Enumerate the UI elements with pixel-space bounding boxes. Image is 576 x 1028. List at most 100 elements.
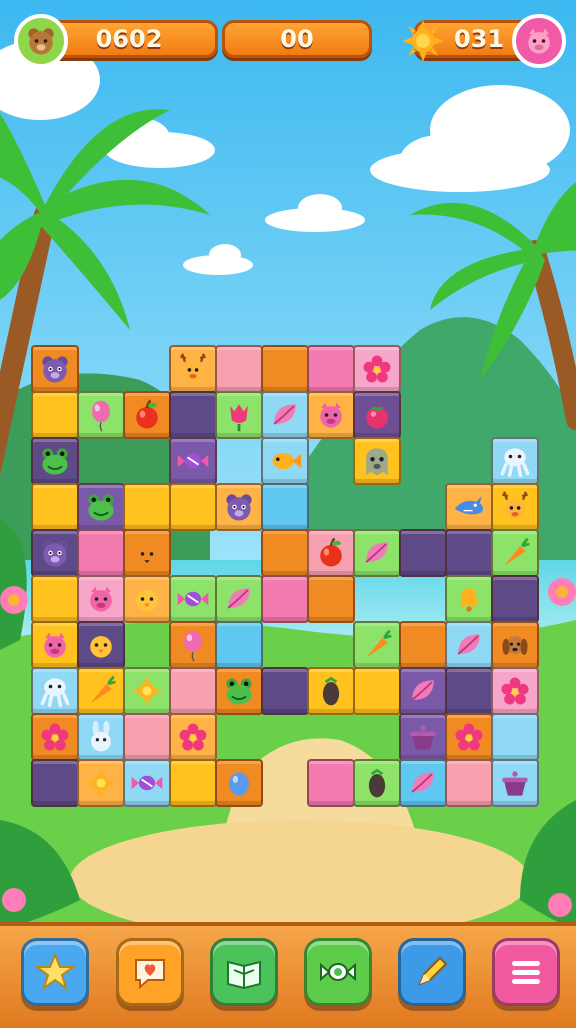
board-tile[interactable] — [31, 759, 79, 807]
star-button[interactable] — [21, 938, 89, 1006]
board-tile[interactable] — [215, 759, 263, 807]
board-tile[interactable] — [261, 437, 309, 485]
board-tile[interactable] — [491, 759, 539, 807]
board-tile[interactable] — [445, 713, 493, 761]
board-tile[interactable] — [77, 529, 125, 577]
dog-icon — [502, 636, 528, 655]
bear-icon — [42, 356, 68, 383]
board-tile[interactable] — [399, 621, 447, 669]
board-tile[interactable] — [31, 713, 79, 761]
board-tile[interactable] — [399, 529, 447, 577]
board-tile[interactable] — [169, 575, 217, 623]
board-tile[interactable] — [353, 621, 401, 669]
board-tile[interactable] — [399, 667, 447, 715]
board-tile[interactable] — [261, 483, 309, 531]
board-tile[interactable] — [491, 713, 539, 761]
board-tile[interactable] — [491, 437, 539, 485]
board-tile[interactable] — [215, 391, 263, 439]
candy-button[interactable] — [304, 938, 372, 1006]
board-tile[interactable] — [307, 529, 355, 577]
board-tile[interactable] — [491, 529, 539, 577]
board-tile[interactable] — [77, 391, 125, 439]
board-tile[interactable] — [215, 575, 263, 623]
board-tile[interactable] — [215, 667, 263, 715]
board-tile[interactable] — [31, 483, 79, 531]
board-tile[interactable] — [353, 345, 401, 393]
board-tile[interactable] — [123, 575, 171, 623]
pencil-button[interactable] — [398, 938, 466, 1006]
board-tile[interactable] — [123, 759, 171, 807]
board-tile[interactable] — [169, 483, 217, 531]
leaf-icon — [411, 772, 434, 793]
board-tile[interactable] — [307, 759, 355, 807]
board-tile[interactable] — [31, 437, 79, 485]
board-tile[interactable] — [31, 575, 79, 623]
board-tile[interactable] — [491, 575, 539, 623]
egg-icon — [229, 772, 249, 796]
board-tile[interactable] — [123, 667, 171, 715]
board-tile[interactable] — [123, 483, 171, 531]
board-tile[interactable] — [31, 667, 79, 715]
board-tile[interactable] — [215, 483, 263, 531]
board-tile[interactable] — [123, 391, 171, 439]
board-tile[interactable] — [353, 759, 401, 807]
board-tile[interactable] — [169, 621, 217, 669]
board-tile[interactable] — [31, 621, 79, 669]
board-tile[interactable] — [169, 437, 217, 485]
board-tile[interactable] — [261, 529, 309, 577]
board-tile[interactable] — [307, 575, 355, 623]
board-tile[interactable] — [445, 483, 493, 531]
board-tile[interactable] — [307, 345, 355, 393]
book-button[interactable] — [210, 938, 278, 1006]
board-tile[interactable] — [215, 621, 263, 669]
board-tile[interactable] — [261, 345, 309, 393]
board-tile[interactable] — [307, 391, 355, 439]
board-tile[interactable] — [399, 759, 447, 807]
board-tile[interactable] — [169, 345, 217, 393]
chat-button[interactable] — [116, 938, 184, 1006]
board-tile[interactable] — [445, 575, 493, 623]
board-tile[interactable] — [169, 759, 217, 807]
board-tile[interactable] — [169, 667, 217, 715]
board-tile[interactable] — [261, 667, 309, 715]
board-tile[interactable] — [445, 667, 493, 715]
board-tile[interactable] — [399, 713, 447, 761]
board-tile[interactable] — [77, 713, 125, 761]
board-tile[interactable] — [353, 529, 401, 577]
menu-button[interactable] — [492, 938, 560, 1006]
balloon-icon — [184, 630, 202, 662]
deer-icon — [180, 353, 206, 381]
board-tile[interactable] — [215, 345, 263, 393]
friend-avatar[interactable] — [512, 14, 566, 68]
board-tile[interactable] — [31, 529, 79, 577]
board-tile[interactable] — [491, 667, 539, 715]
board-tile[interactable] — [353, 667, 401, 715]
board-tile[interactable] — [77, 575, 125, 623]
sun-badge — [396, 14, 450, 68]
player-avatar[interactable] — [14, 14, 68, 68]
board-tile[interactable] — [31, 345, 79, 393]
board-tile[interactable] — [77, 621, 125, 669]
board-tile[interactable] — [445, 759, 493, 807]
board-tile[interactable] — [445, 621, 493, 669]
board-tile[interactable] — [353, 437, 401, 485]
board-tile[interactable] — [261, 575, 309, 623]
board-tile[interactable] — [169, 713, 217, 761]
board-tile[interactable] — [445, 529, 493, 577]
board-tile[interactable] — [77, 483, 125, 531]
board-tile[interactable] — [123, 713, 171, 761]
board-tile[interactable] — [491, 621, 539, 669]
board-tile[interactable] — [353, 391, 401, 439]
board-tile[interactable] — [491, 483, 539, 531]
board-tile[interactable] — [261, 391, 309, 439]
balloon-icon — [92, 400, 110, 432]
board-tile[interactable] — [77, 759, 125, 807]
board-tile[interactable] — [169, 391, 217, 439]
board-tile[interactable] — [123, 529, 171, 577]
flower-icon — [501, 677, 529, 705]
board-tile[interactable] — [77, 667, 125, 715]
frog-icon — [42, 448, 68, 475]
board-tile[interactable] — [307, 667, 355, 715]
candy-icon — [131, 775, 163, 791]
board-tile[interactable] — [31, 391, 79, 439]
